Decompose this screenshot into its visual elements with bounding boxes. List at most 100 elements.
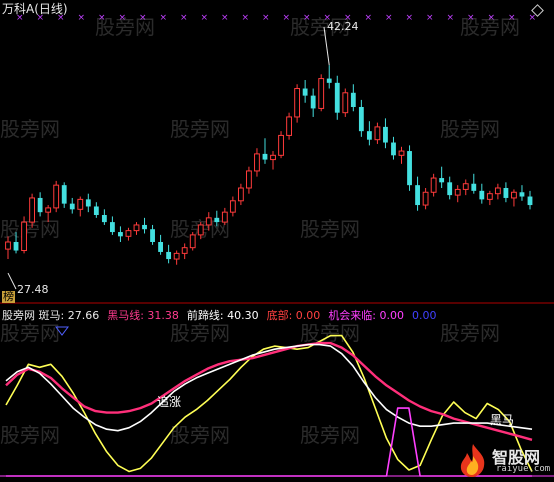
candle-body-up: [53, 184, 60, 209]
watermark-text: 股旁网: [300, 217, 360, 241]
x-marker: ×: [242, 13, 250, 23]
candle-body-up: [77, 198, 84, 210]
candle-body-down: [158, 242, 163, 252]
chart-title: 万科A(日线): [2, 2, 68, 16]
candle-body-up: [5, 241, 11, 250]
chart-stage: 股旁网 股旁网 股旁网股旁网 股旁网 股旁网股旁网 股旁网股旁网 股旁网 股旁网 股旁网股旁网股…: [0, 13, 554, 477]
legend-item: 黑马线: 31.38: [107, 309, 179, 322]
candle-body-down: [37, 197, 43, 213]
candle-body-down: [471, 183, 477, 191]
x-marker: ×: [385, 13, 393, 23]
watermark-layer: 股旁网 股旁网 股旁网股旁网 股旁网 股旁网股旁网 股旁网股旁网 股旁网 股旁网 股旁网股旁网股…: [0, 15, 520, 447]
signal-x-markers: × × × × × × × × × × × × × × × × × × × × × × × × × ×: [16, 13, 536, 23]
series-line: [5, 334, 533, 473]
candle-body-up: [422, 191, 429, 206]
low-pointer: [7, 272, 17, 290]
candle-body-down: [326, 78, 332, 83]
x-marker: ×: [98, 13, 106, 23]
x-marker: ×: [160, 13, 168, 23]
candle-body-down: [93, 206, 99, 215]
candle-body-down: [69, 203, 75, 210]
candle-body-up: [173, 252, 180, 260]
watermark-text: 股旁网: [170, 423, 230, 447]
x-marker: ×: [508, 13, 516, 23]
legend-item: 机会来临: 0.00: [328, 309, 405, 322]
x-marker: ×: [365, 13, 373, 23]
candle-body-up: [189, 234, 196, 249]
candle-body-down: [391, 142, 396, 156]
candle-body-up: [270, 154, 276, 161]
candle-body-up: [486, 193, 493, 200]
x-marker: ×: [78, 13, 86, 23]
candle-body-up: [318, 78, 325, 109]
x-marker: ×: [447, 13, 455, 23]
x-marker: ×: [201, 13, 209, 23]
candle-body-up: [237, 187, 244, 202]
candle-body-up: [21, 221, 27, 252]
candle-body-down: [527, 196, 533, 206]
candle-body-down: [150, 229, 155, 242]
candle-body-up: [294, 88, 301, 118]
watermark-text: 股旁网: [440, 321, 500, 345]
candle-body-down: [407, 151, 412, 186]
candle-body-up: [286, 116, 292, 136]
candle-body-down: [503, 188, 509, 198]
watermark-text: 股旁网: [170, 117, 230, 141]
x-marker: ×: [262, 13, 270, 23]
candle-body-up: [229, 200, 236, 213]
x-marker: ×: [139, 13, 147, 23]
candle-body-down: [109, 222, 115, 233]
candle-body-up: [494, 187, 501, 195]
candle-body-down: [61, 185, 67, 204]
candle-body-up: [462, 183, 469, 190]
candle-body-up: [197, 224, 204, 236]
candle-body-down: [358, 107, 364, 132]
site-logo: 智股网 raiyue.com: [456, 442, 552, 480]
watermark-text: 股旁网: [0, 117, 60, 141]
x-marker: ×: [303, 13, 311, 23]
candle-body-down: [262, 153, 268, 160]
x-marker: ×: [467, 13, 475, 23]
price-high-label: 42.24: [327, 20, 359, 33]
candle-body-up: [374, 126, 381, 141]
price-low-label: 27.48: [17, 283, 49, 296]
candle-body-down: [415, 185, 420, 206]
x-marker: ×: [488, 13, 496, 23]
watermark-text: 股旁网: [300, 423, 360, 447]
candle-body-down: [101, 215, 107, 223]
x-marker: ×: [426, 13, 434, 23]
legend-item: 0.00: [412, 309, 437, 322]
candle-body-up: [254, 153, 260, 172]
legend-item: 底部: 0.00: [266, 309, 321, 322]
x-marker: ×: [221, 13, 229, 23]
candle-body-down: [310, 95, 316, 109]
candle-body-up: [511, 191, 517, 199]
candle-body-up: [205, 217, 212, 226]
label-heima: 黑马: [490, 413, 515, 427]
candle-body-up: [45, 207, 52, 213]
candle-body-up: [342, 92, 349, 114]
flame-icon: [460, 444, 485, 477]
series-line: [5, 341, 533, 441]
candle-body-down: [166, 251, 172, 260]
x-marker: ×: [283, 13, 291, 23]
candle-body-down: [519, 192, 525, 197]
candle-body-up: [125, 230, 132, 237]
logo-url: raiyue.com: [496, 464, 551, 474]
candle-body-down: [439, 178, 445, 183]
candle-body-down: [214, 217, 220, 223]
legend-item: 前蹄线: 40.30: [186, 309, 259, 322]
candle-body-down: [447, 182, 453, 196]
x-marker: ×: [119, 13, 127, 23]
watermark-text: 股旁网: [300, 321, 360, 345]
watermark-text: 股旁网: [0, 423, 60, 447]
candle-body-down: [350, 92, 356, 107]
candle-body-up: [398, 150, 405, 156]
candle-body-up: [430, 177, 437, 193]
x-marker: ×: [180, 13, 188, 23]
candle-body-down: [383, 126, 388, 143]
watermark-text: 股旁网: [0, 321, 60, 345]
candle-body-up: [221, 211, 228, 223]
candle-body-down: [85, 199, 91, 207]
x-marker: ×: [406, 13, 414, 23]
